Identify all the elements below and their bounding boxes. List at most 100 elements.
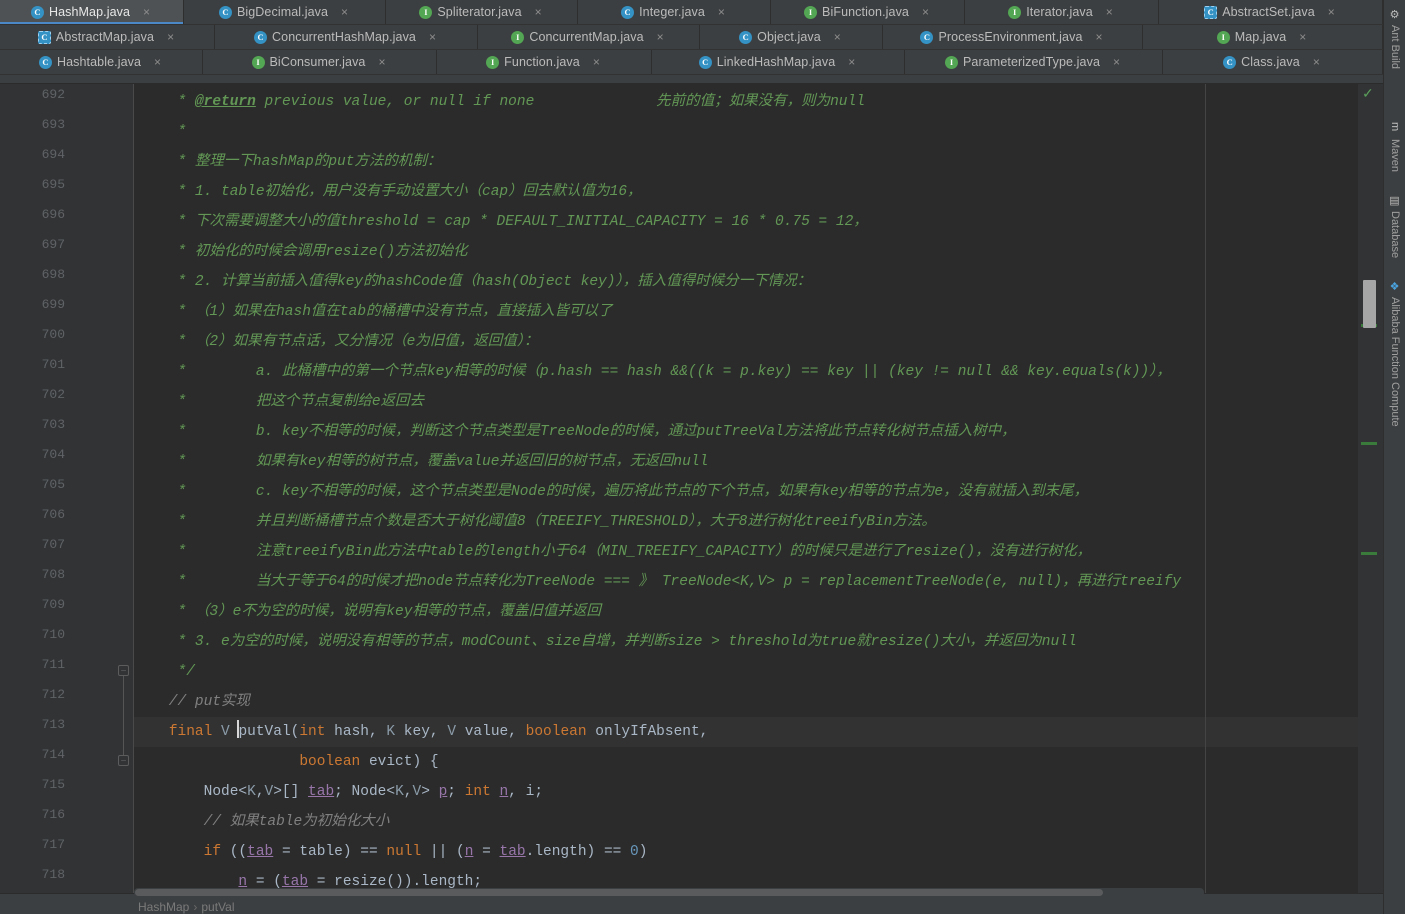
code-line[interactable]: * 注意treeifyBin此方法中table的length小于64（MIN_T… [134,537,1092,567]
code-token: int [299,724,326,740]
close-icon[interactable]: × [165,31,176,43]
close-icon[interactable]: × [716,6,727,18]
editor-gutter[interactable]: 692 693 694 695 696 697 698 699 700 701 702 703 704 7… [0,84,134,893]
code-line[interactable]: * 并且判断桶槽节点个数是否大于树化阈值8（TREEIFY_THRESHOLD）… [134,507,936,537]
fold-marker-collapse-icon[interactable]: − [118,755,129,767]
code-line[interactable]: * 1. table初始化，用户没有手动设置大小（cap）回去默认值为16， [134,177,642,207]
code-token: tab [308,784,335,800]
right-tool-window-bar: ⚙ Ant Build m Maven ▤ Database ❖ Alibaba Functi… [1383,0,1405,914]
code-line[interactable]: * 下次需要调整大小的值threshold = cap * DEFAULT_IN… [134,207,868,237]
breadcrumb-item[interactable]: putVal [201,900,234,914]
horizontal-scrollbar[interactable] [134,888,1204,897]
code-line[interactable]: * 把这个节点复制给e返回去 [134,387,425,417]
code-line[interactable]: if ((tab = table) == null || (n = tab.le… [134,837,648,867]
close-icon[interactable]: × [533,6,544,18]
code-line[interactable]: boolean evict) { [134,747,438,777]
editor-tab[interactable]: C HashMap.java × [0,0,184,24]
editor-tab[interactable]: I Map.java × [1143,25,1383,49]
editor-tab[interactable]: I ConcurrentMap.java × [478,25,700,49]
code-line[interactable]: * c. key不相等的时候，这个节点类型是Node的时候，遍历将此节点的下个节… [134,477,1089,507]
close-icon[interactable]: × [832,31,843,43]
line-number: 710 [41,627,65,642]
code-token: V [412,784,422,800]
editor-tab[interactable]: C ProcessEnvironment.java × [883,25,1143,49]
close-icon[interactable]: × [1104,6,1115,18]
close-icon[interactable]: × [1297,31,1308,43]
close-icon[interactable]: × [591,56,602,68]
close-icon[interactable]: × [141,6,152,18]
editor-tab[interactable]: C ConcurrentHashMap.java × [215,25,478,49]
close-icon[interactable]: × [846,56,857,68]
code-line[interactable]: * @return previous value, or null if non… [134,87,865,117]
stripe-marker[interactable] [1361,552,1377,555]
code-token: Node< [134,784,248,800]
inspection-ok-icon[interactable]: ✓ [1362,86,1374,100]
editor-tab[interactable]: I Function.java × [437,50,652,74]
interface-icon: I [511,30,525,44]
code-line[interactable]: Node<K,V>[] tab; Node<K,V> p; int n, i; [134,777,543,807]
editor-tab[interactable]: C BigDecimal.java × [184,0,386,24]
editor-tab-row: C HashMap.java × C BigDecimal.java × I Splitera… [0,0,1383,25]
editor-tab-label: Class.java [1241,55,1300,69]
close-icon[interactable]: × [1094,31,1105,43]
editor-tab[interactable]: C AbstractSet.java × [1159,0,1383,24]
code-content[interactable]: * @return previous value, or null if non… [134,84,1383,893]
error-stripe[interactable]: ✓ [1358,84,1383,893]
tool-window-button[interactable]: ▤ Database [1384,190,1405,258]
editor-tab[interactable]: C Class.java × [1163,50,1383,74]
fold-marker-collapse-icon[interactable]: − [118,665,129,677]
code-line[interactable]: * [134,117,187,147]
editor-tab[interactable]: I Spliterator.java × [386,0,578,24]
close-icon[interactable]: × [655,31,666,43]
code-line[interactable]: // 如果table为初始化大小 [134,807,390,837]
vertical-scrollbar-thumb[interactable] [1363,280,1376,328]
breadcrumb[interactable]: HashMap › putVal [138,900,235,914]
close-icon[interactable]: × [1326,6,1337,18]
idea-window: C HashMap.java × C BigDecimal.java × I Splitera… [0,0,1405,914]
code-line[interactable]: * b. key不相等的时候，判断这个节点类型是TreeNode的时候，通过pu… [134,417,1016,447]
code-editor[interactable]: 692 693 694 695 696 697 698 699 700 701 702 703 704 7… [0,84,1383,893]
breadcrumb-item[interactable]: HashMap [138,900,189,914]
code-line[interactable]: * 2. 计算当前插入值得key的hashCode值（hash(Object k… [134,267,812,297]
tool-window-button[interactable]: m Maven [1384,118,1405,172]
editor-tab[interactable]: C Object.java × [700,25,883,49]
code-line[interactable]: final V putVal(int hash, K key, V value,… [134,717,1383,747]
code-line[interactable]: * 如果有key相等的树节点，覆盖value并返回旧的树节点，无返回null [134,447,709,477]
code-token: 0 [630,844,639,860]
close-icon[interactable]: × [920,6,931,18]
editor-tab[interactable]: C AbstractMap.java × [0,25,215,49]
code-line[interactable]: * a. 此桶槽中的第一个节点key相等的时候（p.hash == hash &… [134,357,1171,387]
close-icon[interactable]: × [1111,56,1122,68]
code-line[interactable]: * 当大于等于64的时候才把node节点转化为TreeNode === 》 Tr… [134,567,1182,597]
stripe-marker[interactable] [1361,442,1377,445]
editor-tab[interactable]: C LinkedHashMap.java × [652,50,905,74]
class-icon: C [621,5,635,19]
tool-window-button[interactable]: ⚙ Ant Build [1384,4,1405,69]
code-token: // put实现 [134,694,251,710]
horizontal-scrollbar-thumb[interactable] [135,889,1103,896]
editor-tab[interactable]: I BiFunction.java × [771,0,965,24]
editor-tab[interactable]: I BiConsumer.java × [203,50,437,74]
line-number: 699 [41,297,65,312]
code-line[interactable]: * （2）如果有节点话，又分情况（e为旧值，返回值）： [134,327,539,357]
close-icon[interactable]: × [1311,56,1322,68]
code-line[interactable]: * 3. e为空的时候，说明没有相等的节点，modCount、size自增，并判… [134,627,1077,657]
close-icon[interactable]: × [339,6,350,18]
code-line[interactable]: * 初始化的时候会调用resize()方法初始化 [134,237,468,267]
tool-window-label: Alibaba Function Compute [1389,297,1401,427]
editor-tab[interactable]: I ParameterizedType.java × [905,50,1163,74]
close-icon[interactable]: × [377,56,388,68]
close-icon[interactable]: × [427,31,438,43]
editor-tab-label: BiFunction.java [822,5,909,19]
code-line[interactable]: * （3）e不为空的时候，说明有key相等的节点，覆盖旧值并返回 [134,597,601,627]
code-line[interactable]: // put实现 [134,687,250,717]
editor-tab[interactable]: I Iterator.java × [965,0,1159,24]
code-line[interactable]: * （1）如果在hash值在tab的桶槽中没有节点，直接插入皆可以了 [134,297,613,327]
editor-tab[interactable]: C Hashtable.java × [0,50,203,74]
tool-window-button[interactable]: ❖ Alibaba Function Compute [1384,276,1405,427]
code-line[interactable]: */ [134,657,195,687]
code-token: tab [247,844,274,860]
editor-tab[interactable]: C Integer.java × [578,0,771,24]
code-line[interactable]: * 整理一下hashMap的put方法的机制： [134,147,442,177]
close-icon[interactable]: × [152,56,163,68]
